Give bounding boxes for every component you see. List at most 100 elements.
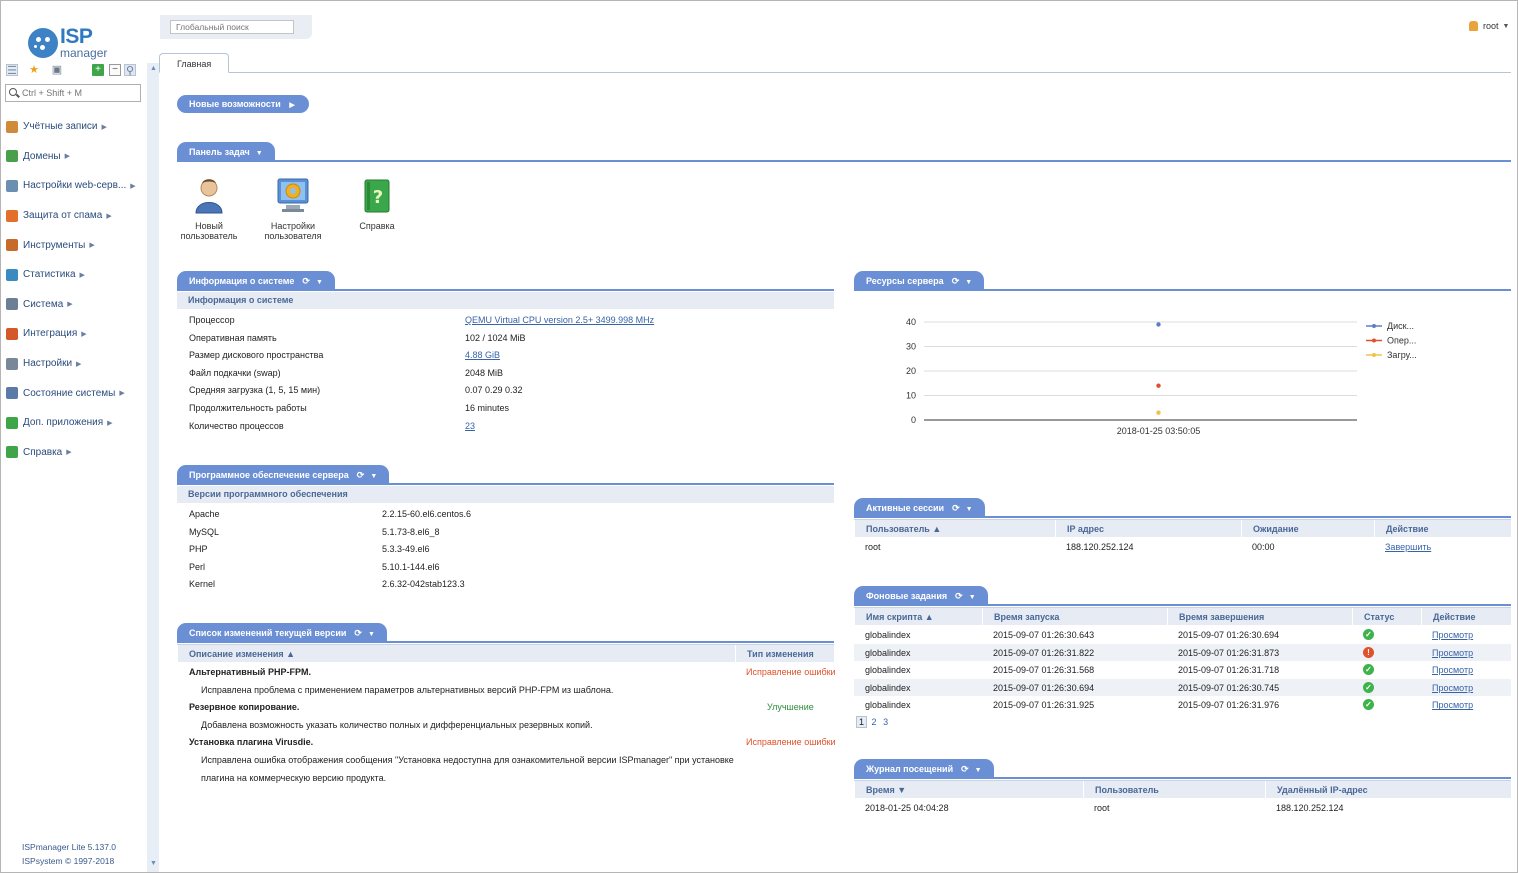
page-1[interactable]: 1 (856, 716, 868, 728)
sessions-label: Активные сессии (866, 503, 945, 513)
change-description: Добавлена возможность указать количество… (201, 720, 593, 730)
arrow-right-icon: ▶ (89, 242, 95, 250)
chevron-down-icon[interactable]: ▼ (368, 631, 375, 638)
menu-search-box[interactable] (5, 84, 141, 102)
visits-panel-header: Журнал посещений ⟳ ▼ (854, 759, 1511, 779)
col-user[interactable]: Пользователь ▲ (854, 520, 1055, 538)
expand-all-icon[interactable]: + (92, 64, 104, 76)
col-status[interactable]: Статус (1352, 608, 1421, 626)
briefcase-icon[interactable]: ▣ (51, 64, 63, 76)
task-label-line2: пользователя (264, 231, 322, 241)
sidebar-scrollbar[interactable]: ▲ ▼ (147, 63, 159, 872)
task-help[interactable]: ? Справка (342, 177, 412, 231)
sysinfo-value-link[interactable]: 4.88 GiB (465, 350, 500, 360)
scroll-up-icon[interactable]: ▲ (150, 65, 157, 72)
col-action[interactable]: Действие (1374, 520, 1511, 538)
jobs-panel-header: Фоновые задания ⟳ ▼ (854, 586, 1511, 606)
global-search-input[interactable] (170, 20, 294, 34)
view-job-link[interactable]: Просмотр (1432, 683, 1473, 693)
col-time[interactable]: Время ▼ (854, 781, 1083, 799)
changelog-panel-title[interactable]: Список изменений текущей версии ⟳ ▼ (177, 623, 387, 642)
refresh-icon[interactable]: ⟳ (955, 591, 963, 601)
col-script-name[interactable]: Имя скрипта ▲ (854, 608, 982, 626)
refresh-icon[interactable]: ⟳ (357, 470, 365, 480)
task-user-settings[interactable]: Настройки пользователя (258, 177, 328, 241)
menu-search-input[interactable] (22, 87, 137, 99)
data-point[interactable] (1156, 322, 1161, 327)
sidebar-item-2[interactable]: Настройки web-серв... ▶ (6, 171, 146, 201)
sidebar-item-11[interactable]: Справка ▶ (6, 438, 146, 468)
col-wait[interactable]: Ожидание (1241, 520, 1374, 538)
chevron-down-icon[interactable]: ▼ (965, 279, 972, 286)
table-row[interactable]: 2018-01-25 04:04:28 root 188.120.252.124 (854, 799, 1511, 817)
sidebar-item-10[interactable]: Доп. приложения ▶ (6, 408, 146, 438)
task-new-user[interactable]: Новый пользователь (174, 177, 244, 241)
user-menu[interactable]: root ▼ (1469, 21, 1509, 31)
sidebar-item-8[interactable]: Настройки ▶ (6, 349, 146, 379)
table-row[interactable]: globalindex 2015-09-07 01:26:31.568 2015-0… (854, 661, 1511, 679)
terminate-session-link[interactable]: Завершить (1385, 542, 1431, 552)
sysinfo-panel-header: Информация о системе ⟳ ▼ (177, 271, 834, 291)
view-job-link[interactable]: Просмотр (1432, 665, 1473, 675)
chevron-down-icon[interactable]: ▼ (969, 594, 976, 601)
whats-new-button[interactable]: Новые возможности ▶ (177, 95, 309, 113)
software-name: PHP (189, 544, 208, 555)
sidebar-item-9[interactable]: Состояние системы ▶ (6, 378, 146, 408)
refresh-icon[interactable]: ⟳ (952, 503, 960, 513)
menu-tree-icon[interactable]: ☰ (6, 64, 18, 77)
data-point[interactable] (1156, 410, 1161, 415)
table-row[interactable]: globalindex 2015-09-07 01:26:31.822 2015-0… (854, 643, 1511, 662)
chevron-down-icon[interactable]: ▼ (966, 506, 973, 513)
collapse-all-icon[interactable]: − (109, 64, 121, 76)
isp-manager-logo[interactable]: ISP manager (26, 24, 121, 64)
sidebar-item-6[interactable]: Система ▶ (6, 290, 146, 320)
page-2[interactable]: 2 (872, 717, 877, 727)
view-job-link[interactable]: Просмотр (1432, 648, 1473, 658)
job-end-time: 2015-09-07 01:26:30.694 (1178, 630, 1280, 640)
view-job-link[interactable]: Просмотр (1432, 700, 1473, 710)
col-remote-ip[interactable]: Удалённый IP-адрес (1265, 781, 1511, 799)
chevron-down-icon[interactable]: ▼ (316, 279, 323, 286)
table-row[interactable]: globalindex 2015-09-07 01:26:30.694 2015-0… (854, 678, 1511, 697)
sessions-panel-title[interactable]: Активные сессии ⟳ ▼ (854, 498, 985, 517)
scroll-down-icon[interactable]: ▼ (150, 860, 157, 867)
favorites-star-icon[interactable]: ★ (28, 64, 40, 76)
software-name: Perl (189, 561, 206, 572)
sysinfo-value-link[interactable]: QEMU Virtual CPU version 2.5+ 3499.998 M… (465, 315, 654, 325)
refresh-icon[interactable]: ⟳ (354, 628, 362, 638)
col-user[interactable]: Пользователь (1083, 781, 1265, 799)
resources-panel-title[interactable]: Ресурсы сервера ⟳ ▼ (854, 271, 985, 290)
table-row[interactable]: globalindex 2015-09-07 01:26:30.643 2015-0… (854, 626, 1511, 644)
sidebar-item-7[interactable]: Интеграция ▶ (6, 319, 146, 349)
taskbar-panel-title[interactable]: Панель задач ▼ (177, 142, 275, 161)
sysinfo-value-link[interactable]: 23 (465, 421, 475, 431)
sidebar-item-4[interactable]: Инструменты ▶ (6, 230, 146, 260)
sidebar-item-1[interactable]: Домены ▶ (6, 142, 146, 172)
view-job-link[interactable]: Просмотр (1432, 630, 1473, 640)
refresh-icon[interactable]: ⟳ (302, 276, 310, 286)
taskbar-label: Панель задач (189, 147, 250, 157)
col-change-type[interactable]: Тип изменения (735, 645, 834, 663)
jobs-panel-title[interactable]: Фоновые задания ⟳ ▼ (854, 586, 988, 605)
col-end-time[interactable]: Время завершения (1167, 608, 1352, 626)
refresh-icon[interactable]: ⟳ (952, 276, 960, 286)
software-panel-title[interactable]: Программное обеспечение сервера ⟳ ▼ (177, 465, 390, 484)
page-3[interactable]: 3 (883, 717, 888, 727)
col-start-time[interactable]: Время запуска (982, 608, 1167, 626)
chevron-down-icon[interactable]: ▼ (975, 767, 982, 774)
col-ip[interactable]: IP адрес (1055, 520, 1241, 538)
data-point[interactable] (1156, 383, 1161, 388)
refresh-icon[interactable]: ⟳ (961, 764, 969, 774)
col-action[interactable]: Действие (1421, 608, 1511, 626)
col-description[interactable]: Описание изменения ▲ (177, 645, 735, 663)
table-row[interactable]: root 188.120.252.124 00:00 Завершить (854, 538, 1511, 556)
sidebar-item-5[interactable]: Статистика ▶ (6, 260, 146, 290)
pin-icon[interactable]: ⚲ (124, 64, 136, 77)
sidebar-item-0[interactable]: Учётные записи ▶ (6, 112, 146, 142)
chevron-down-icon[interactable]: ▼ (370, 473, 377, 480)
sysinfo-panel-title[interactable]: Информация о системе ⟳ ▼ (177, 271, 335, 290)
table-row[interactable]: globalindex 2015-09-07 01:26:31.925 2015-0… (854, 696, 1511, 714)
tab-main[interactable]: Главная (159, 53, 229, 73)
visits-panel-title[interactable]: Журнал посещений ⟳ ▼ (854, 759, 994, 778)
sidebar-item-3[interactable]: Защита от спама ▶ (6, 201, 146, 231)
